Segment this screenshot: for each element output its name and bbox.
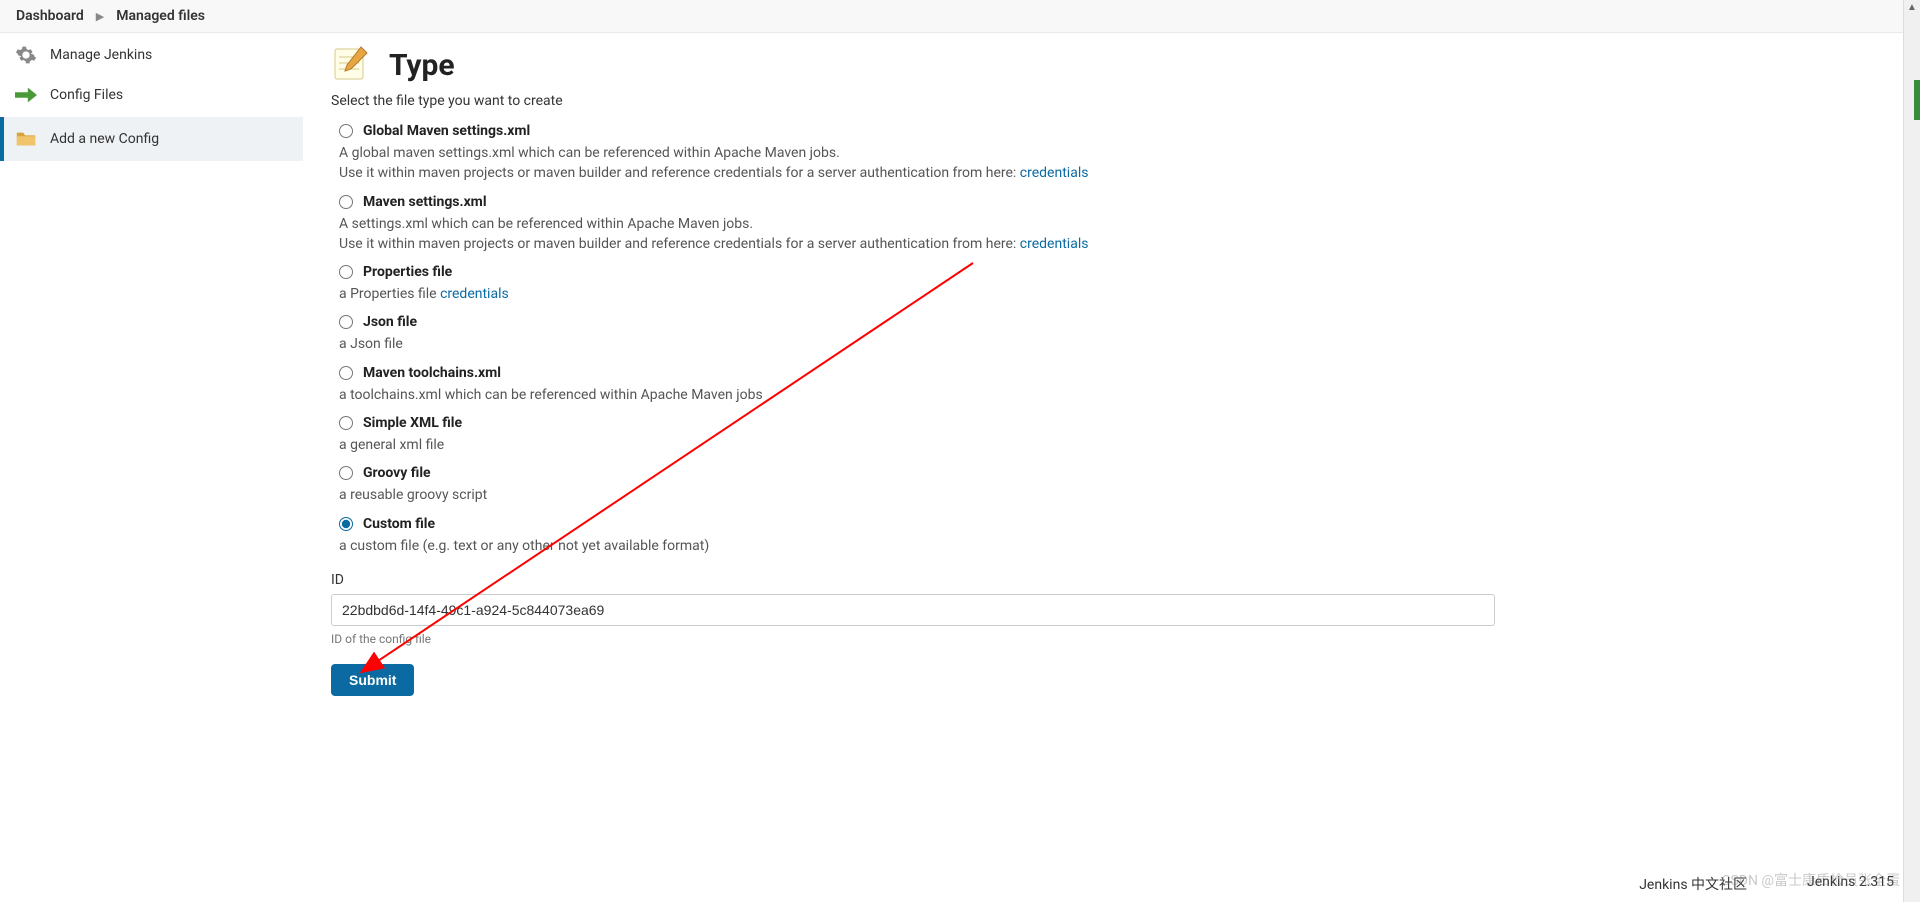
type-option-row: Maven settings.xml [339,194,1495,210]
credentials-link[interactable]: credentials [1020,236,1089,252]
type-option-row: Simple XML file [339,415,1495,431]
id-input[interactable] [331,594,1495,626]
type-option-desc: a custom file (e.g. text or any other no… [339,536,1495,556]
type-radio[interactable] [339,366,353,380]
submit-button[interactable]: Submit [331,664,414,696]
chevron-right-icon: ▶ [96,10,104,23]
breadcrumb-dashboard[interactable]: Dashboard [16,8,84,24]
type-option-label[interactable]: Global Maven settings.xml [363,123,530,139]
sidebar: Manage Jenkins Config Files Add a new Co… [0,33,303,720]
sidebar-item-label: Config Files [50,87,123,103]
type-option-desc: A global maven settings.xml which can be… [339,143,1495,184]
scrollbar[interactable]: ▲ [1903,0,1920,902]
type-option-label[interactable]: Maven settings.xml [363,194,487,210]
type-option-desc: a general xml file [339,435,1495,455]
type-option-label[interactable]: Json file [363,314,417,330]
main-content: Type Select the file type you want to cr… [303,33,1523,720]
type-option-row: Json file [339,314,1495,330]
sidebar-item-label: Manage Jenkins [50,47,152,63]
page-subtitle: Select the file type you want to create [331,93,1495,109]
type-option-desc: a Json file [339,334,1495,354]
type-option-label[interactable]: Properties file [363,264,452,280]
credentials-link[interactable]: credentials [1020,165,1089,181]
type-radio[interactable] [339,265,353,279]
sidebar-item-manage-jenkins[interactable]: Manage Jenkins [0,37,303,73]
arrow-right-green-icon [14,83,38,107]
type-option-label[interactable]: Simple XML file [363,415,462,431]
scroll-marker [1914,80,1920,120]
type-option-label[interactable]: Custom file [363,516,435,532]
sidebar-item-label: Add a new Config [50,131,159,147]
type-radio[interactable] [339,124,353,138]
type-option-row: Custom file [339,516,1495,532]
type-option-desc: A settings.xml which can be referenced w… [339,214,1495,255]
page-title: Type [389,48,455,83]
breadcrumb-managed-files[interactable]: Managed files [116,8,205,24]
type-radio[interactable] [339,195,353,209]
type-option-desc: a toolchains.xml which can be referenced… [339,385,1495,405]
type-radio[interactable] [339,315,353,329]
footer: Jenkins 中文社区 Jenkins 2.315 [1639,874,1894,894]
gear-icon [14,43,38,67]
type-option-row: Properties file [339,264,1495,280]
type-radio[interactable] [339,416,353,430]
footer-version: Jenkins 2.315 [1807,874,1894,894]
type-option-row: Global Maven settings.xml [339,123,1495,139]
type-option-desc: a reusable groovy script [339,485,1495,505]
type-option-row: Maven toolchains.xml [339,365,1495,381]
breadcrumb: Dashboard ▶ Managed files [0,0,1920,33]
id-label: ID [331,572,1495,588]
type-option-label[interactable]: Groovy file [363,465,431,481]
credentials-link[interactable]: credentials [440,286,509,302]
id-help-text: ID of the config file [331,632,1495,646]
sidebar-item-config-files[interactable]: Config Files [0,73,303,117]
type-option-label[interactable]: Maven toolchains.xml [363,365,501,381]
type-option-row: Groovy file [339,465,1495,481]
sidebar-item-add-config[interactable]: Add a new Config [0,117,303,161]
folder-icon [14,127,38,151]
scroll-up-arrow-icon[interactable]: ▲ [1904,0,1920,15]
type-option-desc: a Properties file credentials [339,284,1495,304]
footer-community-link[interactable]: Jenkins 中文社区 [1639,874,1747,894]
type-radio[interactable] [339,517,353,531]
notepad-icon [331,43,371,87]
type-radio[interactable] [339,466,353,480]
